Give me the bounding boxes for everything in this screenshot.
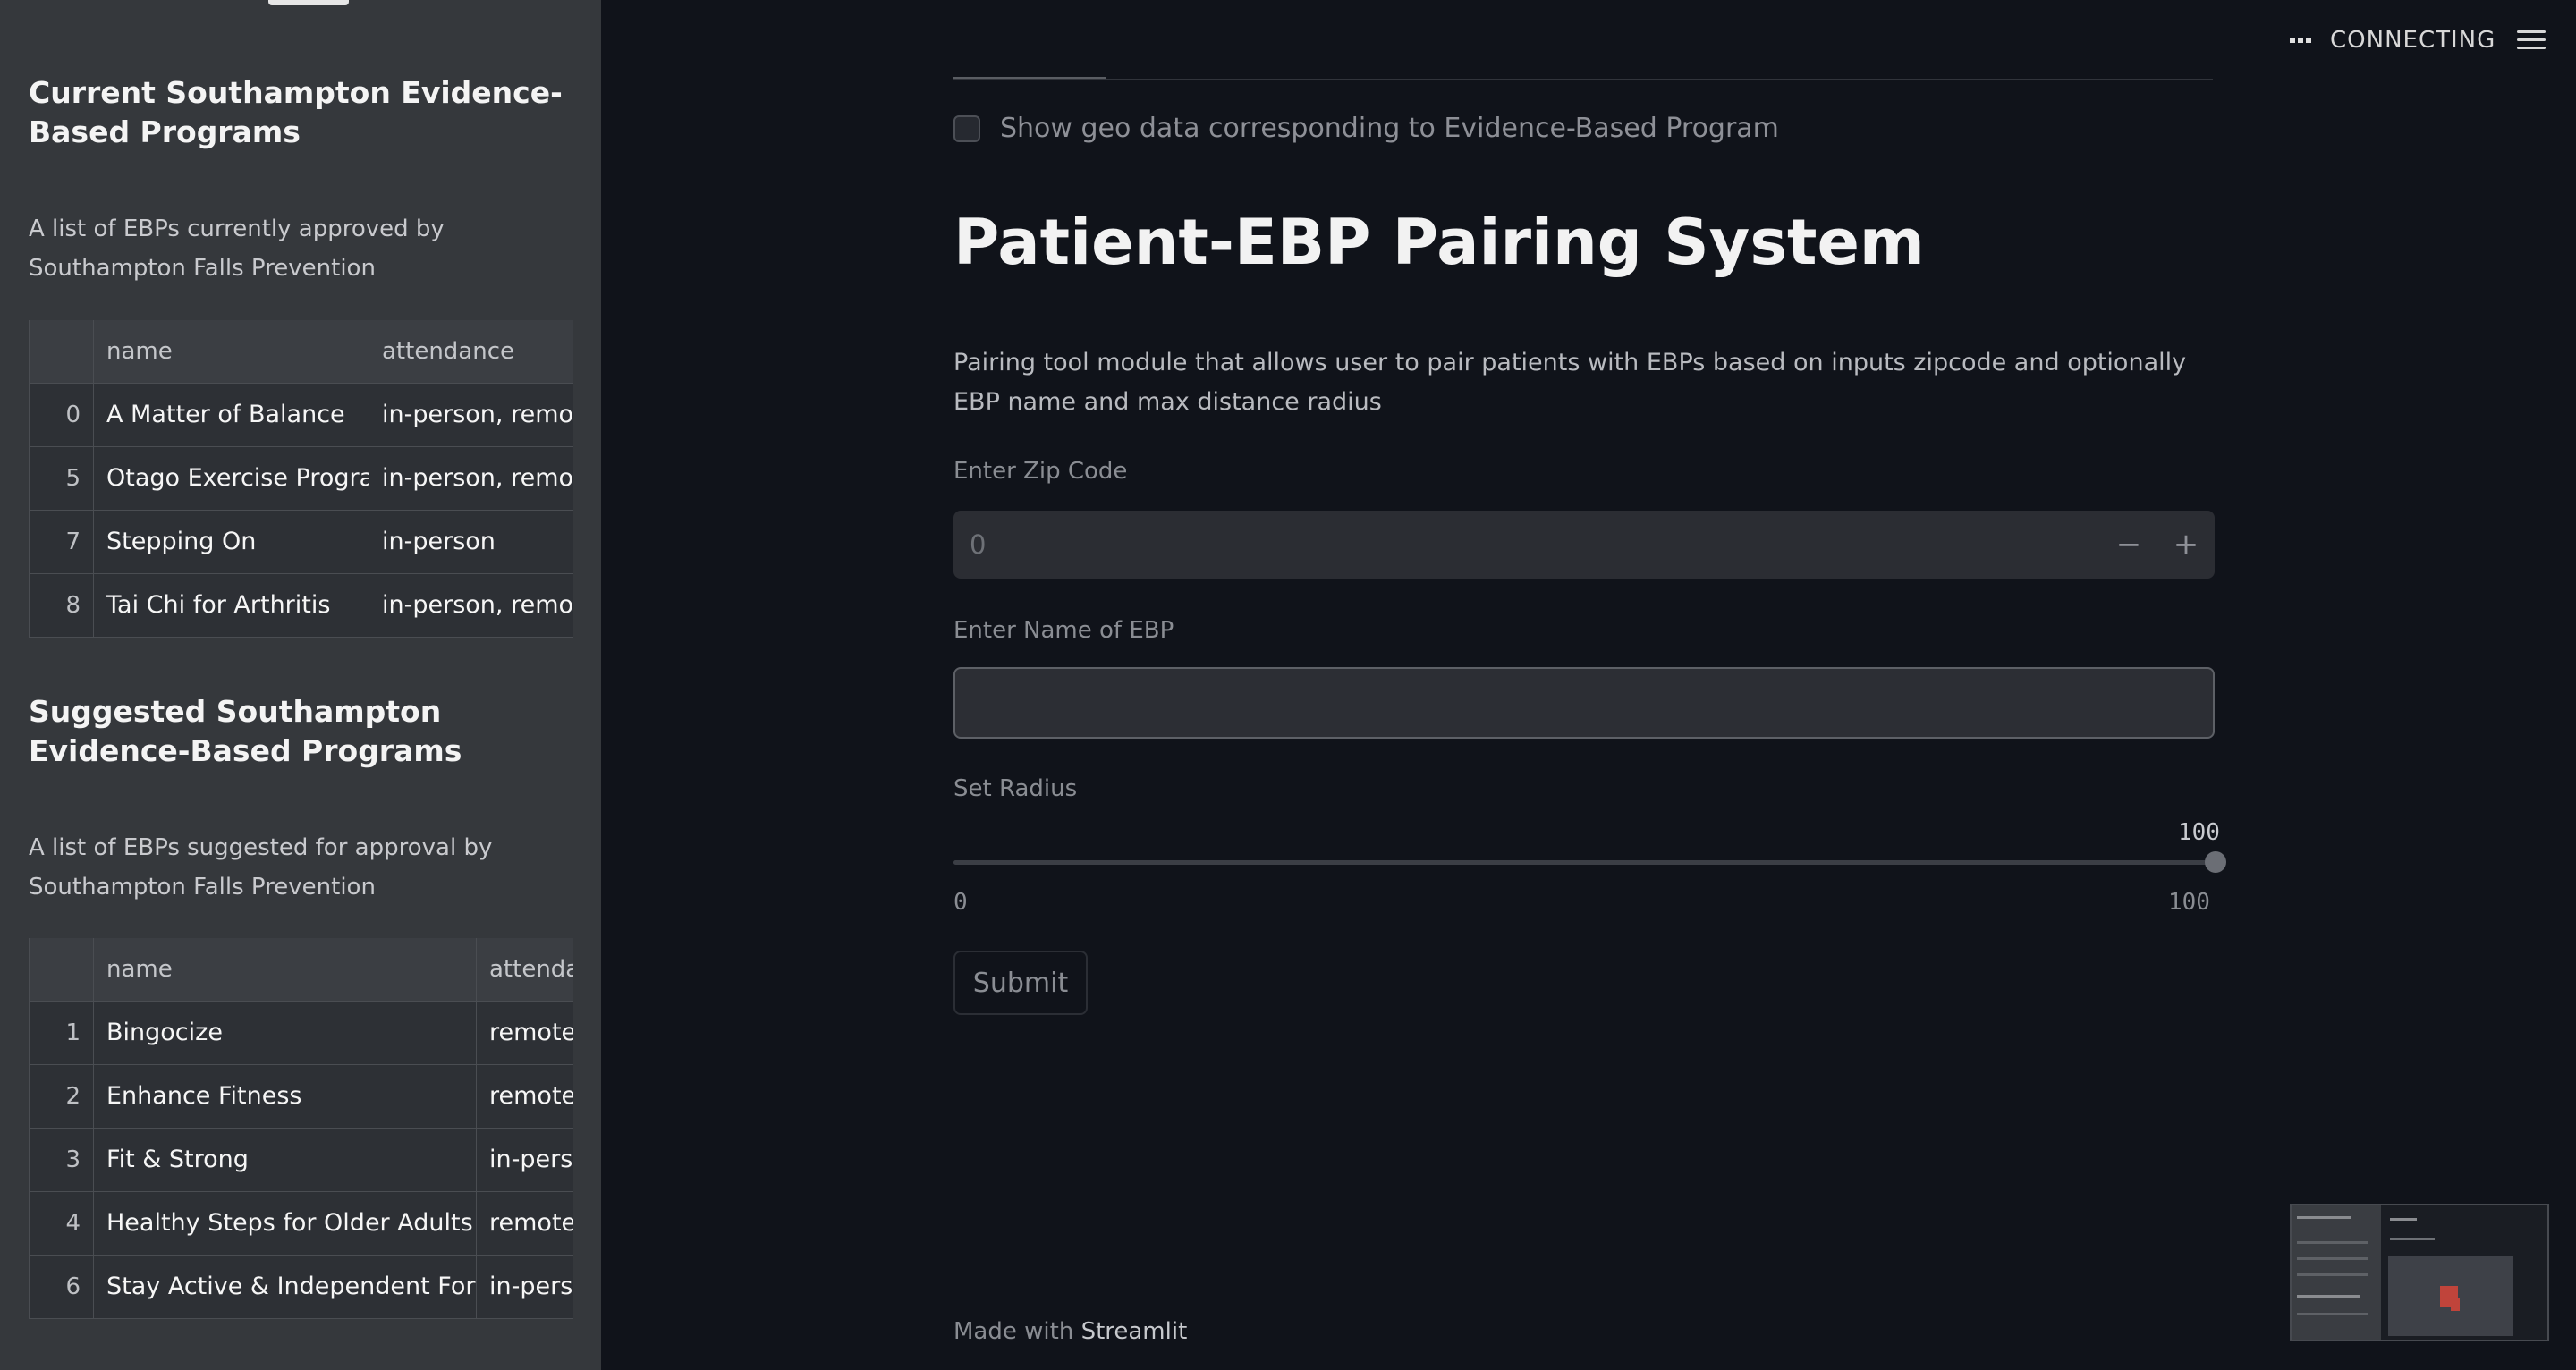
thumbnail-line — [2297, 1273, 2368, 1276]
geo-data-checkbox-label: Show geo data corresponding to Evidence-… — [1000, 113, 1779, 144]
suggested-programs-table[interactable]: nameattendance1Bingocizeremote2Enhance F… — [29, 938, 573, 1319]
radius-max-label: 100 — [2168, 889, 2210, 916]
geo-data-checkbox-row[interactable]: Show geo data corresponding to Evidence-… — [953, 113, 1779, 144]
table-header-row: nameattendance — [30, 320, 573, 384]
name-cell[interactable]: Otago Exercise Program — [94, 447, 369, 510]
streamlit-link[interactable]: Streamlit — [1081, 1318, 1188, 1345]
thumbnail-line — [2297, 1241, 2368, 1244]
thumbnail-line — [2390, 1218, 2417, 1221]
name-cell[interactable]: Tai Chi for Arthritis — [94, 574, 369, 637]
footer: Made with Streamlit — [953, 1318, 1187, 1345]
column-header[interactable]: name — [94, 938, 477, 1001]
zip-code-input[interactable]: 0 − + — [953, 511, 2215, 579]
radius-current-value: 100 — [2178, 819, 2220, 846]
attendance-cell[interactable]: in-person — [477, 1129, 573, 1191]
connecting-dots-icon — [2290, 38, 2314, 43]
thumbnail-map — [2388, 1256, 2513, 1336]
radius-label: Set Radius — [953, 775, 1078, 802]
ebp-name-label: Enter Name of EBP — [953, 617, 1174, 644]
table-row[interactable]: 1 Bingocize remote — [30, 1002, 573, 1065]
row-index-cell[interactable]: 4 — [30, 1192, 94, 1255]
row-index-cell[interactable]: 0 — [30, 384, 94, 446]
suggested-programs-description: A list of EBPs suggested for approval by… — [29, 834, 493, 901]
radius-slider-thumb[interactable] — [2205, 851, 2226, 873]
name-cell[interactable]: Fit & Strong — [94, 1129, 477, 1191]
index-header[interactable] — [30, 938, 94, 1001]
table-row[interactable]: 6Stay Active & Independent For Lifein-pe… — [30, 1256, 573, 1319]
table-row[interactable]: 7 Stepping On in-person — [30, 511, 573, 574]
zip-code-value[interactable]: 0 — [953, 529, 2100, 560]
column-header[interactable]: attendance — [477, 938, 573, 1001]
index-header[interactable] — [30, 320, 94, 383]
thumbnail-map-marker — [2451, 1298, 2460, 1311]
zip-code-label: Enter Zip Code — [953, 458, 1128, 485]
thumbnail-line — [2297, 1257, 2368, 1260]
attendance-cell[interactable]: in-person — [477, 1256, 573, 1318]
connection-status: CONNECTING — [2290, 27, 2496, 54]
screenshot-thumbnail[interactable] — [2290, 1204, 2549, 1341]
thumbnail-line — [2297, 1295, 2360, 1298]
main-content: Show geo data corresponding to Evidence-… — [601, 0, 2576, 1370]
decrement-button[interactable]: − — [2100, 511, 2157, 579]
page-title: Patient-EBP Pairing System — [953, 206, 1925, 279]
ebp-name-input[interactable] — [953, 667, 2215, 739]
table-header-row: nameattendance — [30, 938, 573, 1002]
table-row[interactable]: 2 Enhance Fitness remote — [30, 1065, 573, 1129]
name-cell[interactable]: Healthy Steps for Older Adults — [94, 1192, 477, 1255]
attendance-cell[interactable]: in-person, remote — [369, 447, 573, 510]
row-index-cell[interactable]: 5 — [30, 447, 94, 510]
row-index-cell[interactable]: 7 — [30, 511, 94, 573]
table-row[interactable]: 8Tai Chi for Arthritisin-person, remote — [30, 574, 573, 638]
footer-prefix: Made with — [953, 1318, 1074, 1345]
row-index-cell[interactable]: 3 — [30, 1129, 94, 1191]
geo-data-checkbox[interactable] — [953, 114, 980, 142]
current-programs-description: A list of EBPs currently approved by Sou… — [29, 216, 445, 282]
attendance-cell[interactable]: remote — [477, 1192, 573, 1255]
row-index-cell[interactable]: 1 — [30, 1002, 94, 1064]
attendance-cell[interactable]: remote — [477, 1065, 573, 1128]
table-row[interactable]: 0A Matter of Balancein-person, remote — [30, 384, 573, 447]
hamburger-menu-icon[interactable] — [2517, 30, 2546, 52]
attendance-cell[interactable]: remote — [477, 1002, 573, 1064]
attendance-cell[interactable]: in-person — [369, 511, 573, 573]
column-header[interactable]: attendance — [369, 320, 573, 383]
table-row[interactable]: 4 Healthy Steps for Older Adults remote — [30, 1192, 573, 1256]
radius-slider-track[interactable] — [953, 860, 2215, 865]
thumbnail-line — [2390, 1238, 2435, 1240]
increment-button[interactable]: + — [2157, 511, 2215, 579]
row-index-cell[interactable]: 6 — [30, 1256, 94, 1318]
thumbnail-line — [2297, 1313, 2368, 1315]
current-programs-table[interactable]: name attendance 0 A Matter of Balance in-per… — [29, 320, 573, 638]
name-cell[interactable]: Bingocize — [94, 1002, 477, 1064]
thumbnail-sidebar — [2292, 1205, 2381, 1340]
radius-min-label: 0 — [953, 889, 968, 916]
divider-accent — [953, 77, 1106, 79]
connection-status-text: CONNECTING — [2330, 27, 2496, 54]
row-index-cell[interactable]: 8 — [30, 574, 94, 637]
row-index-cell[interactable]: 2 — [30, 1065, 94, 1128]
clipped-heading-fragment — [268, 0, 349, 5]
sidebar: Current Southampton Evidence-Based Progr… — [0, 0, 601, 1370]
thumbnail-line — [2297, 1216, 2351, 1219]
radius-slider-fill — [953, 860, 2215, 865]
name-cell[interactable]: Stay Active & Independent For Life — [94, 1256, 477, 1318]
table-row[interactable]: 3Fit & Strongin-person — [30, 1129, 573, 1192]
submit-button[interactable]: Submit — [953, 951, 1088, 1015]
suggested-programs-heading: Suggested Southampton Evidence-Based Pro… — [29, 694, 462, 768]
attendance-cell[interactable]: in-person, remote — [369, 384, 573, 446]
name-cell[interactable]: A Matter of Balance — [94, 384, 369, 446]
divider — [953, 79, 2213, 80]
table-row[interactable]: 5Otago Exercise Programin-person, remote — [30, 447, 573, 511]
name-cell[interactable]: Enhance Fitness — [94, 1065, 477, 1128]
attendance-cell[interactable]: in-person, remote — [369, 574, 573, 637]
page-description: Pairing tool module that allows user to … — [953, 349, 2187, 416]
column-header[interactable]: name — [94, 320, 369, 383]
current-programs-heading: Current Southampton Evidence-Based Progr… — [29, 75, 563, 149]
name-cell[interactable]: Stepping On — [94, 511, 369, 573]
